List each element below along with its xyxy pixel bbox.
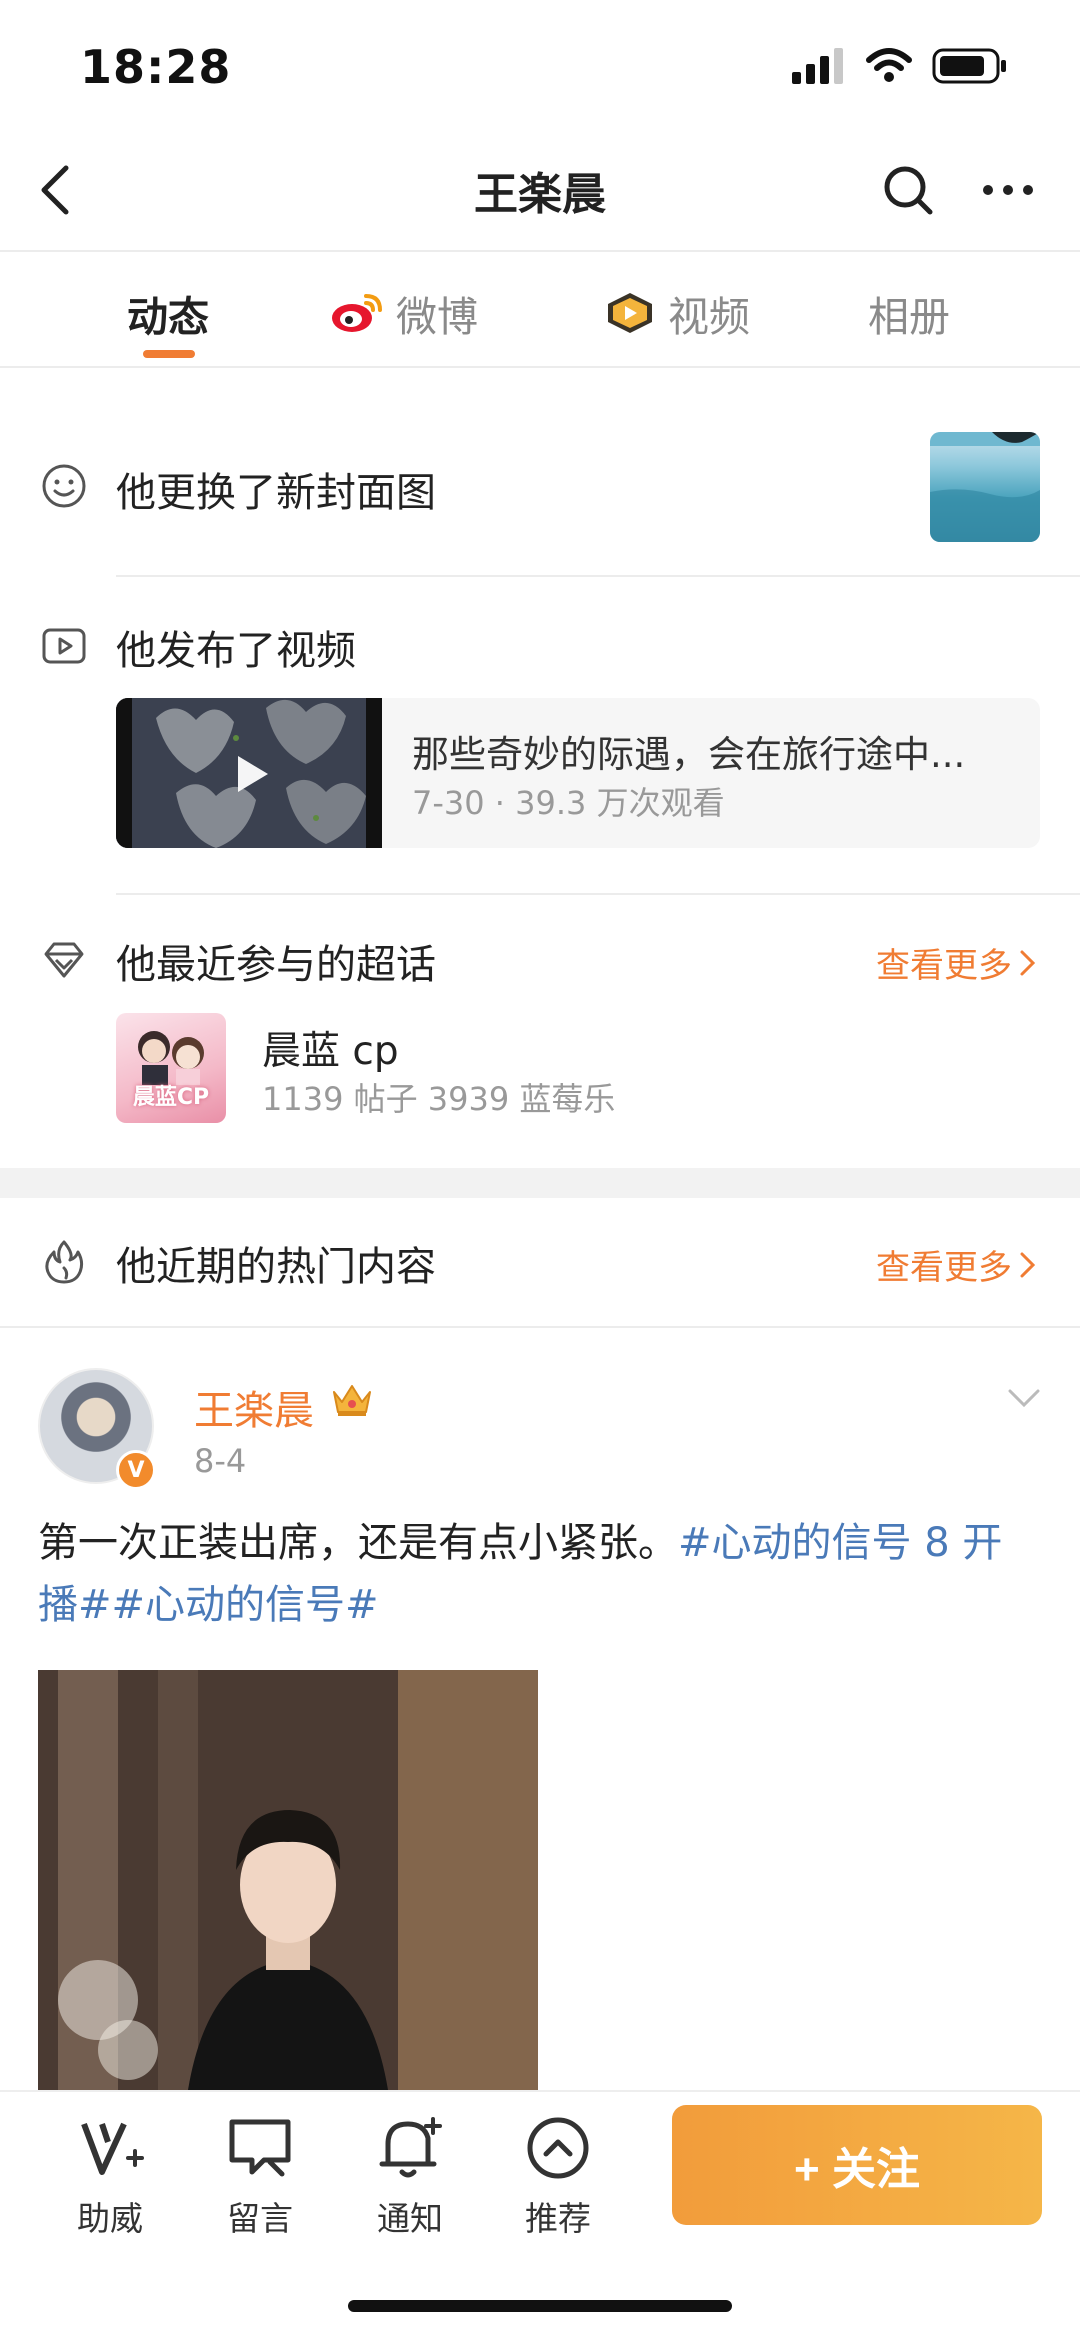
cover-image bbox=[930, 432, 1040, 542]
tab-label: 视频 bbox=[668, 293, 750, 341]
search-icon[interactable] bbox=[880, 162, 936, 218]
topic-thumb-text: 晨蓝CP bbox=[132, 1085, 210, 1110]
post-text: 第一次正装出席，还是有点小紧张。#心动的信号 8 开播##心动的信号# bbox=[38, 1512, 1042, 1636]
chevron-up-circle-icon bbox=[527, 2117, 589, 2179]
post-date: 8-4 bbox=[194, 1442, 247, 1480]
crown-icon bbox=[333, 1385, 371, 1416]
see-more-label: 查看更多 bbox=[876, 1248, 1012, 1288]
video-play-badge-icon bbox=[608, 293, 652, 333]
weibo-logo-icon bbox=[332, 294, 382, 332]
tab-weibo[interactable]: 微博 bbox=[330, 283, 478, 343]
video-thumbnail bbox=[116, 698, 382, 848]
status-icons bbox=[792, 48, 1008, 84]
wifi-icon bbox=[866, 48, 912, 82]
recommend-button[interactable]: 推荐 bbox=[498, 2112, 618, 2240]
section-separator bbox=[0, 1168, 1080, 1198]
bell-plus-icon bbox=[379, 2117, 442, 2178]
flame-icon bbox=[45, 1240, 84, 1284]
post-body: 第一次正装出席，还是有点小紧张。 bbox=[38, 1520, 678, 1566]
tab-dynamics[interactable]: 动态 bbox=[127, 283, 209, 343]
see-more-label: 查看更多 bbox=[876, 946, 1012, 986]
topic-thumbnail[interactable]: 晨蓝CP bbox=[116, 1013, 226, 1123]
super-topics-label: 他最近参与的超话 bbox=[116, 942, 436, 988]
tab-video[interactable]: 视频 bbox=[602, 283, 750, 343]
more-dots-icon[interactable] bbox=[980, 162, 1036, 218]
message-icon bbox=[229, 2119, 291, 2177]
status-time: 18:28 bbox=[80, 40, 232, 94]
follow-button[interactable]: + 关注 bbox=[672, 2105, 1042, 2225]
cover-change-label: 他更换了新封面图 bbox=[116, 470, 436, 516]
verified-badge-icon: V bbox=[116, 1450, 156, 1490]
recommend-label: 推荐 bbox=[525, 2199, 591, 2238]
home-indicator[interactable] bbox=[348, 2300, 732, 2312]
tab-album[interactable]: 相册 bbox=[868, 283, 950, 343]
smiley-icon bbox=[42, 464, 86, 508]
video-meta: 7-30 · 39.3 万次观看 bbox=[412, 784, 725, 822]
chevron-down-icon[interactable] bbox=[1006, 1386, 1042, 1410]
notify-label: 通知 bbox=[377, 2199, 443, 2238]
play-icon bbox=[238, 756, 268, 792]
video-icon bbox=[42, 628, 86, 664]
diamond-icon bbox=[44, 942, 84, 978]
tab-label: 相册 bbox=[868, 293, 950, 341]
video-post-label: 他发布了视频 bbox=[116, 628, 356, 674]
video-title: 那些奇妙的际遇，会在旅行途中... bbox=[412, 733, 966, 776]
cheer-button[interactable]: 助威 bbox=[50, 2112, 170, 2240]
cheer-v-icon bbox=[81, 2122, 144, 2175]
row-divider bbox=[116, 893, 1080, 895]
signal-icon bbox=[792, 48, 843, 84]
tabs-divider bbox=[0, 366, 1080, 368]
notify-button[interactable]: 通知 bbox=[350, 2112, 470, 2240]
post-author[interactable]: 王楽晨 bbox=[194, 1378, 314, 1436]
nav-divider bbox=[0, 250, 1080, 252]
post-image[interactable] bbox=[38, 1670, 538, 2090]
row-divider bbox=[116, 575, 1080, 577]
tab-label: 动态 bbox=[127, 293, 209, 341]
hot-content-label: 他近期的热门内容 bbox=[116, 1244, 436, 1290]
cheer-label: 助威 bbox=[77, 2199, 143, 2238]
topic-name[interactable]: 晨蓝 cp bbox=[262, 1020, 399, 1076]
tab-label: 微博 bbox=[396, 293, 478, 341]
battery-icon bbox=[932, 48, 1006, 84]
message-button[interactable]: 留言 bbox=[200, 2112, 320, 2240]
video-card[interactable]: 那些奇妙的际遇，会在旅行途中... 7-30 · 39.3 万次观看 bbox=[116, 698, 1040, 848]
super-topics-see-more[interactable]: 查看更多 bbox=[876, 938, 1038, 987]
topic-stats: 1139 帖子 3939 蓝莓乐 bbox=[262, 1080, 616, 1118]
hot-content-divider bbox=[0, 1326, 1080, 1328]
active-tab-indicator bbox=[143, 350, 195, 358]
message-label: 留言 bbox=[227, 2199, 293, 2238]
hot-content-see-more[interactable]: 查看更多 bbox=[876, 1240, 1038, 1289]
chevron-right-icon bbox=[1020, 1252, 1036, 1277]
cover-thumbnail[interactable] bbox=[930, 432, 1040, 542]
chevron-right-icon bbox=[1020, 950, 1036, 975]
